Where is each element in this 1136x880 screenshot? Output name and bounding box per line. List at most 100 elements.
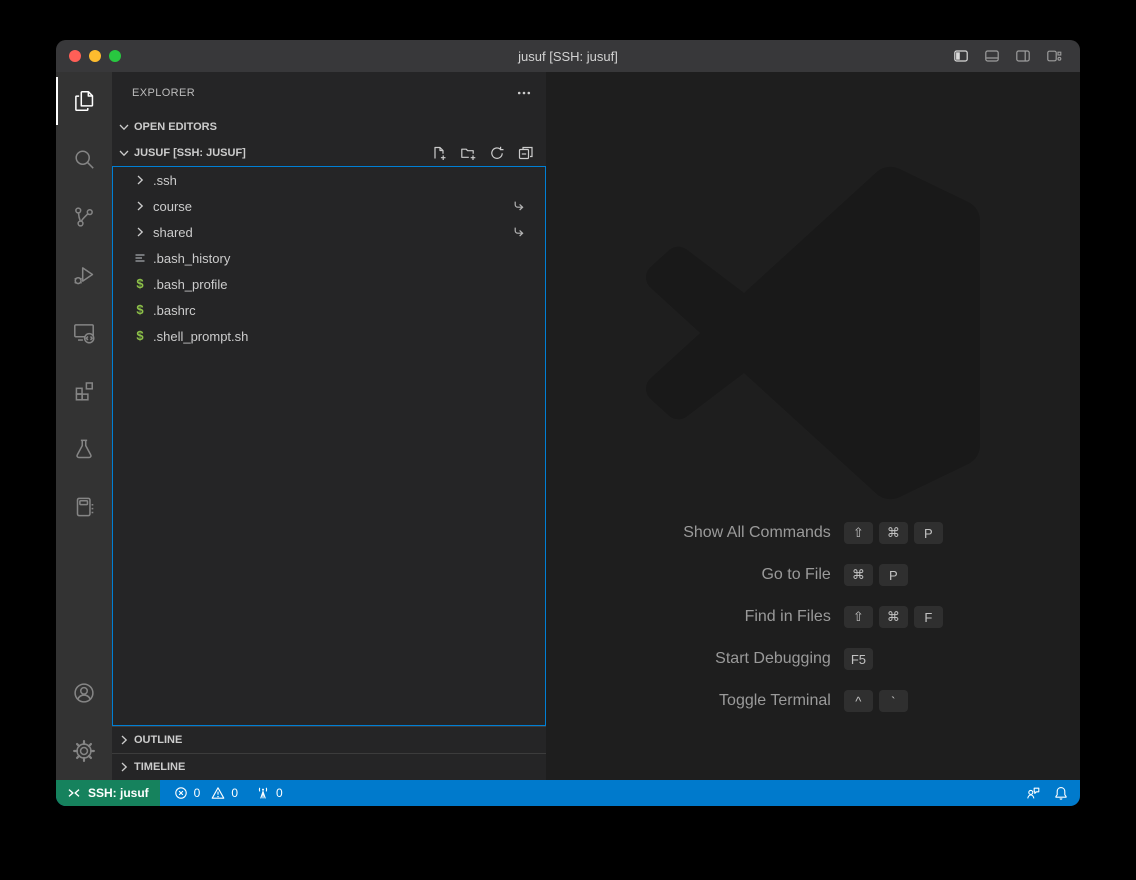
desktop-background: jusuf [SSH: jusuf]	[0, 0, 1136, 880]
activity-bar	[56, 72, 112, 780]
symlink-arrow-icon	[512, 199, 526, 213]
tree-item-name: .bash_profile	[153, 277, 526, 292]
tree-item-name: .bashrc	[153, 303, 526, 318]
radio-tower-icon	[256, 786, 270, 800]
key-shift: ⇧	[844, 606, 873, 628]
title-bar: jusuf [SSH: jusuf]	[56, 40, 1080, 72]
tree-item-course[interactable]: course	[113, 193, 545, 219]
shell-file-icon: $	[132, 328, 148, 344]
shortcut-label: Go to File	[683, 554, 831, 596]
refresh-icon[interactable]	[489, 145, 505, 161]
remote-icon	[67, 786, 81, 800]
shortcut-keys: ⌘ P	[844, 554, 943, 596]
activity-bar-spacer	[56, 536, 112, 664]
activity-item-extensions[interactable]	[56, 362, 112, 420]
activity-item-run-and-debug[interactable]	[56, 246, 112, 304]
chevron-right-icon	[116, 732, 132, 748]
shortcut-label: Show All Commands	[683, 512, 831, 554]
key-p: P	[879, 564, 908, 586]
tree-item-bashrc[interactable]: $ .bashrc	[113, 297, 545, 323]
collapse-all-icon[interactable]	[518, 145, 534, 161]
bell-icon[interactable]	[1054, 786, 1068, 800]
files-icon	[71, 88, 97, 114]
chevron-right-icon	[116, 759, 132, 775]
tree-item-shell-prompt[interactable]: $ .shell_prompt.sh	[113, 323, 545, 349]
key-cmd: ⌘	[844, 564, 873, 586]
layout-controls	[953, 48, 1080, 64]
activity-item-manage[interactable]	[56, 722, 112, 780]
activity-item-search[interactable]	[56, 130, 112, 188]
activity-item-testing[interactable]	[56, 420, 112, 478]
shortcut-keys: ^ `	[844, 680, 943, 722]
section-label: OUTLINE	[134, 734, 182, 746]
customize-layout-icon[interactable]	[1046, 48, 1062, 64]
tree-item-name: shared	[153, 225, 512, 240]
activity-item-source-control[interactable]	[56, 188, 112, 246]
vscode-window: jusuf [SSH: jusuf]	[56, 40, 1080, 806]
activity-item-explorer[interactable]	[56, 72, 112, 130]
workspace-actions	[431, 145, 534, 161]
watermark-shortcuts: Show All Commands ⇧ ⌘ P Go to File ⌘ P F…	[683, 512, 943, 722]
symlink-arrow-icon	[512, 225, 526, 239]
tree-item-bash-history[interactable]: .bash_history	[113, 245, 545, 271]
shortcut-keys: ⇧ ⌘ F	[844, 596, 943, 638]
beaker-icon	[71, 436, 97, 462]
activity-item-remote-explorer[interactable]	[56, 304, 112, 362]
extensions-icon	[71, 378, 97, 404]
search-icon	[71, 146, 97, 172]
tree-item-bash-profile[interactable]: $ .bash_profile	[113, 271, 545, 297]
key-ctrl: ^	[844, 690, 873, 712]
ports-count: 0	[276, 786, 283, 800]
tree-item-ssh[interactable]: .ssh	[113, 167, 545, 193]
sidebar-title: EXPLORER	[132, 87, 195, 99]
sidebar-title-row: EXPLORER	[112, 72, 546, 114]
tree-item-name: .bash_history	[153, 251, 526, 266]
file-tree: .ssh course shared .bash_history	[112, 166, 546, 726]
chevron-right-icon	[132, 224, 148, 240]
shortcut-keys: ⇧ ⌘ P	[844, 512, 943, 554]
minimize-window-button[interactable]	[89, 50, 101, 62]
workbench: EXPLORER OPEN EDITORS JUSUF [SSH: JUSUF]	[56, 72, 1080, 780]
tree-item-shared[interactable]: shared	[113, 219, 545, 245]
ports-indicator[interactable]: 0	[256, 786, 283, 800]
chevron-down-icon	[116, 119, 132, 135]
toggle-panel-icon[interactable]	[984, 48, 1000, 64]
remote-label: SSH: jusuf	[88, 786, 149, 800]
warning-icon	[211, 786, 225, 800]
problems-indicator[interactable]: 0 0	[174, 786, 238, 800]
activity-item-notebook[interactable]	[56, 478, 112, 536]
status-bar-right	[1026, 786, 1080, 800]
key-f5: F5	[844, 648, 873, 670]
key-cmd: ⌘	[879, 606, 908, 628]
status-bar: SSH: jusuf 0 0 0	[56, 780, 1080, 806]
close-window-button[interactable]	[69, 50, 81, 62]
new-file-icon[interactable]	[431, 145, 447, 161]
new-folder-icon[interactable]	[460, 145, 476, 161]
remote-indicator[interactable]: SSH: jusuf	[56, 780, 160, 806]
source-control-icon	[71, 204, 97, 230]
feedback-icon[interactable]	[1026, 786, 1040, 800]
section-label: JUSUF [SSH: JUSUF]	[134, 147, 246, 159]
explorer-sidebar: EXPLORER OPEN EDITORS JUSUF [SSH: JUSUF]	[112, 72, 546, 780]
toggle-primary-sidebar-icon[interactable]	[953, 48, 969, 64]
shell-file-icon: $	[132, 302, 148, 318]
remote-explorer-icon	[71, 320, 97, 346]
zoom-window-button[interactable]	[109, 50, 121, 62]
error-count: 0	[194, 786, 201, 800]
shortcut-label: Find in Files	[683, 596, 831, 638]
more-actions-icon[interactable]	[516, 85, 532, 101]
section-timeline[interactable]: TIMELINE	[112, 753, 546, 780]
notebook-icon	[71, 494, 97, 520]
section-open-editors[interactable]: OPEN EDITORS	[112, 114, 546, 140]
activity-item-accounts[interactable]	[56, 664, 112, 722]
chevron-down-icon	[116, 145, 132, 161]
shortcut-label: Start Debugging	[683, 638, 831, 680]
chevron-right-icon	[132, 172, 148, 188]
key-cmd: ⌘	[879, 522, 908, 544]
section-workspace[interactable]: JUSUF [SSH: JUSUF]	[112, 140, 546, 166]
key-shift: ⇧	[844, 522, 873, 544]
toggle-secondary-sidebar-icon[interactable]	[1015, 48, 1031, 64]
vscode-logo-watermark	[646, 166, 980, 500]
section-label: TIMELINE	[134, 761, 185, 773]
section-outline[interactable]: OUTLINE	[112, 726, 546, 753]
